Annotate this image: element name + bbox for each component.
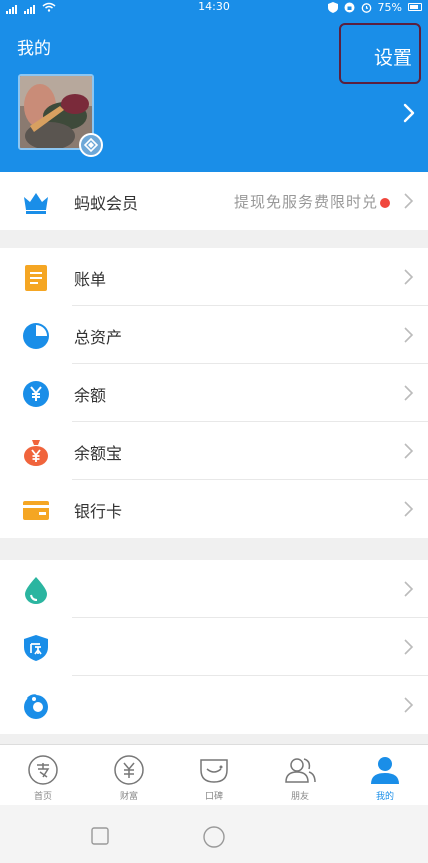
menu-item-label: 银行卡 — [74, 502, 123, 521]
alarm-icon — [361, 2, 371, 13]
menu-item-ant[interactable] — [0, 676, 428, 734]
member-promo-text: 提现免服务费限时兑 — [233, 193, 378, 211]
settings-button[interactable]: 设置 — [339, 23, 421, 84]
tab-label: 我的 — [375, 792, 394, 802]
chevron-right-icon — [404, 193, 414, 209]
koubei-icon — [200, 759, 228, 783]
yuan-coin-icon — [23, 381, 49, 407]
chevron-right-icon — [404, 269, 414, 285]
menu-item-bank-card[interactable]: 银行卡 — [0, 480, 428, 538]
tab-home[interactable]: 首页 — [0, 745, 86, 806]
recent-apps-button[interactable] — [91, 827, 109, 845]
page-title: 我的 — [17, 39, 51, 59]
tab-wealth[interactable]: 财富 — [86, 745, 172, 806]
menu-item-yuebao[interactable]: 余额宝 — [0, 422, 428, 480]
menu-item-total-assets[interactable]: 总资产 — [0, 306, 428, 364]
chevron-right-icon — [404, 385, 414, 401]
chevron-right-icon — [404, 581, 414, 597]
chevron-right-icon — [404, 327, 414, 343]
ant-logo-icon — [24, 694, 48, 719]
wealth-icon — [114, 755, 144, 785]
drop-icon — [25, 577, 47, 604]
tab-koubei[interactable]: 口碑 — [171, 745, 257, 806]
chevron-right-icon — [404, 697, 414, 713]
tab-friends[interactable]: 朋友 — [257, 745, 343, 806]
menu-item-label: 余额 — [74, 386, 107, 405]
verified-badge-icon — [79, 133, 103, 157]
menu-item-balance[interactable]: 余额 — [0, 364, 428, 422]
chevron-right-icon — [404, 443, 414, 459]
menu-item-label: 总资产 — [74, 328, 123, 347]
settings-label: 设置 — [374, 47, 413, 69]
crown-icon — [24, 193, 48, 214]
money-bag-icon — [24, 440, 48, 466]
shield-status-icon — [327, 1, 338, 13]
bill-icon — [25, 265, 47, 291]
lock-rotate-icon — [344, 2, 355, 12]
member-label: 蚂蚁会员 — [74, 194, 139, 213]
chevron-right-icon[interactable] — [401, 102, 417, 124]
menu-item-label: 余额宝 — [74, 444, 123, 463]
insurance-shield-icon — [24, 635, 48, 661]
member-row[interactable]: 蚂蚁会员 提现免服务费限时兑 — [0, 172, 428, 230]
bank-card-icon — [23, 501, 49, 520]
tab-label: 首页 — [33, 792, 52, 802]
notification-dot — [380, 198, 390, 208]
pie-chart-icon — [23, 323, 49, 349]
home-button[interactable] — [203, 826, 225, 848]
battery-icon — [408, 3, 422, 11]
status-bar: 14:30 75% — [0, 0, 428, 14]
home-icon — [28, 755, 58, 785]
bottom-tab-bar: 首页 财富 口碑 朋友 我的 — [0, 744, 428, 805]
me-icon — [371, 757, 399, 784]
menu-item-insurance[interactable] — [0, 618, 428, 676]
system-nav-bar — [0, 805, 428, 863]
chevron-right-icon — [404, 639, 414, 655]
menu-item-label: 账单 — [74, 270, 107, 289]
chevron-right-icon — [404, 501, 414, 517]
menu-item-bill[interactable]: 账单 — [0, 248, 428, 306]
tab-label: 朋友 — [290, 792, 309, 802]
tab-me[interactable]: 我的 — [342, 745, 428, 806]
battery-percent: 75% — [377, 0, 402, 14]
friends-icon — [285, 758, 316, 783]
tab-label: 财富 — [119, 792, 138, 802]
profile-header[interactable]: 我的 设置 — [0, 14, 428, 172]
tab-label: 口碑 — [204, 792, 223, 802]
menu-item-drop[interactable] — [0, 560, 428, 618]
